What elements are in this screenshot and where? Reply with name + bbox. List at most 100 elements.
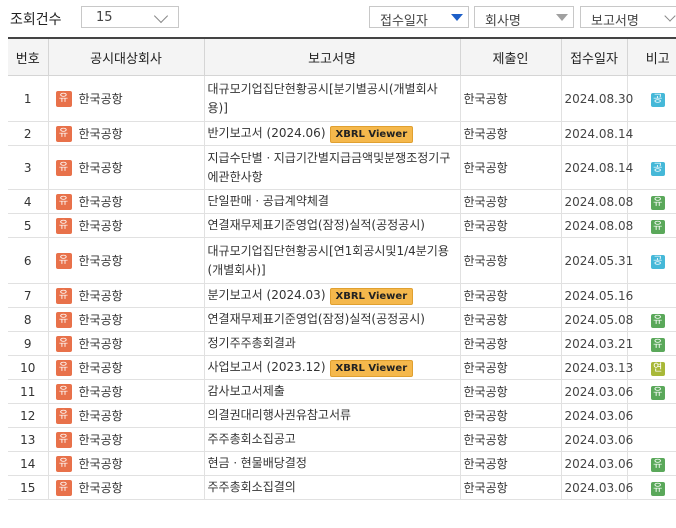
note-cell: 공 xyxy=(627,145,676,190)
col-header-note[interactable]: 비고 xyxy=(627,37,676,76)
company-link[interactable]: 한국공항 xyxy=(79,385,123,399)
filing-date: 2024.03.06 xyxy=(561,379,633,404)
company-cell: 유 한국공항 xyxy=(48,307,205,332)
market-badge: 유 xyxy=(55,455,72,472)
xbrl-viewer-button[interactable]: XBRL Viewer xyxy=(329,126,414,143)
note-badge: 공 xyxy=(650,92,665,107)
table-row: 2 유 한국공항 반기보고서 (2024.06) XBRL Viewer 한국공항 2024… xyxy=(8,121,676,146)
report-link[interactable]: 단일판매ㆍ공급계약체결 xyxy=(208,194,329,208)
sort-by-company-button[interactable]: 회사명 xyxy=(474,6,574,29)
company-link[interactable]: 한국공항 xyxy=(79,409,123,423)
company-link[interactable]: 한국공항 xyxy=(79,361,123,375)
company-link[interactable]: 한국공항 xyxy=(79,127,123,141)
report-link[interactable]: 주주총회소집결의 xyxy=(208,480,296,494)
row-number: 15 xyxy=(8,475,49,500)
submitter: 한국공항 xyxy=(460,121,562,146)
report-link[interactable]: 정기주주총회결과 xyxy=(208,336,296,350)
report-link[interactable]: 연결재무제표기준영업(잠정)실적(공정공시) xyxy=(208,312,425,326)
sort-label: 보고서명 xyxy=(591,14,639,29)
table-row: 1 유 한국공항 대규모기업집단현황공시[분기별공시(개별회사용)] 한국공항 2024.… xyxy=(8,75,676,122)
col-header-submitter[interactable]: 제출인 xyxy=(460,37,562,76)
chevron-down-icon xyxy=(664,10,676,22)
xbrl-viewer-button[interactable]: XBRL Viewer xyxy=(329,360,414,377)
company-link[interactable]: 한국공항 xyxy=(79,457,123,471)
submitter: 한국공항 xyxy=(460,355,562,380)
col-header-report[interactable]: 보고서명 xyxy=(204,37,461,76)
company-link[interactable]: 한국공항 xyxy=(79,219,123,233)
note-cell: 유 xyxy=(627,475,676,500)
report-link[interactable]: 분기보고서 (2024.03) xyxy=(208,288,326,302)
report-link[interactable]: 대규모기업집단현황공시[연1회공시및1/4분기용(개별회사)] xyxy=(208,244,449,277)
note-cell: 유 xyxy=(627,451,676,476)
report-cell: 주주총회소집공고 xyxy=(204,427,461,452)
note-cell: 유 xyxy=(627,307,676,332)
row-number: 3 xyxy=(8,145,49,190)
filing-date: 2024.03.21 xyxy=(561,331,633,356)
market-badge: 유 xyxy=(55,159,72,176)
submitter: 한국공항 xyxy=(460,237,562,284)
company-link[interactable]: 한국공항 xyxy=(79,289,123,303)
market-badge: 유 xyxy=(55,311,72,328)
table-row: 12 유 한국공항 의결권대리행사권유참고서류 한국공항 2024.03.06 xyxy=(8,403,676,428)
filing-date: 2024.05.08 xyxy=(561,307,633,332)
report-link[interactable]: 반기보고서 (2024.06) xyxy=(208,126,326,140)
row-number: 12 xyxy=(8,403,49,428)
sort-desc-icon xyxy=(451,14,463,21)
submitter: 한국공항 xyxy=(460,427,562,452)
sort-by-report-button[interactable]: 보고서명 xyxy=(580,6,676,29)
market-badge: 유 xyxy=(55,431,72,448)
filing-date: 2024.03.06 xyxy=(561,403,633,428)
submitter: 한국공항 xyxy=(460,213,562,238)
count-select[interactable]: 15 xyxy=(81,6,179,28)
sort-by-date-button[interactable]: 접수일자 xyxy=(369,6,469,29)
note-cell: 연 xyxy=(627,355,676,380)
submitter: 한국공항 xyxy=(460,451,562,476)
submitter: 한국공항 xyxy=(460,189,562,214)
note-cell xyxy=(627,427,676,452)
report-link[interactable]: 사업보고서 (2023.12) xyxy=(208,360,326,374)
company-link[interactable]: 한국공항 xyxy=(79,313,123,327)
filing-date: 2024.05.16 xyxy=(561,283,633,308)
report-cell: 감사보고서제출 xyxy=(204,379,461,404)
submitter: 한국공항 xyxy=(460,283,562,308)
company-link[interactable]: 한국공항 xyxy=(79,161,123,175)
report-link[interactable]: 의결권대리행사권유참고서류 xyxy=(208,408,352,422)
company-link[interactable]: 한국공항 xyxy=(79,337,123,351)
company-cell: 유 한국공항 xyxy=(48,355,205,380)
table-row: 5 유 한국공항 연결재무제표기준영업(잠정)실적(공정공시) 한국공항 2024.08.… xyxy=(8,213,676,238)
company-link[interactable]: 한국공항 xyxy=(79,433,123,447)
col-header-company[interactable]: 공시대상회사 xyxy=(48,37,205,76)
xbrl-viewer-button[interactable]: XBRL Viewer xyxy=(329,288,414,305)
note-badge: 연 xyxy=(650,361,665,376)
submitter: 한국공항 xyxy=(460,307,562,332)
report-link[interactable]: 대규모기업집단현황공시[분기별공시(개별회사용)] xyxy=(208,82,438,115)
report-cell: 단일판매ㆍ공급계약체결 xyxy=(204,189,461,214)
report-cell: 연결재무제표기준영업(잠정)실적(공정공시) xyxy=(204,307,461,332)
company-link[interactable]: 한국공항 xyxy=(79,481,123,495)
sort-label: 접수일자 xyxy=(380,14,428,29)
table-row: 11 유 한국공항 감사보고서제출 한국공항 2024.03.06 유 xyxy=(8,379,676,404)
table-row: 3 유 한국공항 지급수단별ㆍ지급기간별지급금액및분쟁조정기구에관한사항 한국공항 202… xyxy=(8,145,676,190)
company-cell: 유 한국공항 xyxy=(48,213,205,238)
report-link[interactable]: 연결재무제표기준영업(잠정)실적(공정공시) xyxy=(208,218,425,232)
col-header-date[interactable]: 접수일자 xyxy=(561,37,628,76)
market-badge: 유 xyxy=(55,217,72,234)
row-number: 8 xyxy=(8,307,49,332)
table-row: 9 유 한국공항 정기주주총회결과 한국공항 2024.03.21 유 xyxy=(8,331,676,356)
note-badge: 유 xyxy=(650,385,665,400)
company-link[interactable]: 한국공항 xyxy=(79,92,123,106)
report-link[interactable]: 감사보고서제출 xyxy=(208,384,285,398)
note-cell: 유 xyxy=(627,379,676,404)
company-cell: 유 한국공항 xyxy=(48,403,205,428)
report-link[interactable]: 주주총회소집공고 xyxy=(208,432,296,446)
report-link[interactable]: 지급수단별ㆍ지급기간별지급금액및분쟁조정기구에관한사항 xyxy=(208,151,451,184)
company-cell: 유 한국공항 xyxy=(48,75,205,122)
market-badge: 유 xyxy=(55,359,72,376)
col-header-number[interactable]: 번호 xyxy=(8,37,49,76)
company-link[interactable]: 한국공항 xyxy=(79,195,123,209)
company-link[interactable]: 한국공항 xyxy=(79,254,123,268)
report-link[interactable]: 현금ㆍ현물배당결정 xyxy=(208,456,307,470)
submitter: 한국공항 xyxy=(460,475,562,500)
market-badge: 유 xyxy=(55,90,72,107)
note-cell: 유 xyxy=(627,213,676,238)
